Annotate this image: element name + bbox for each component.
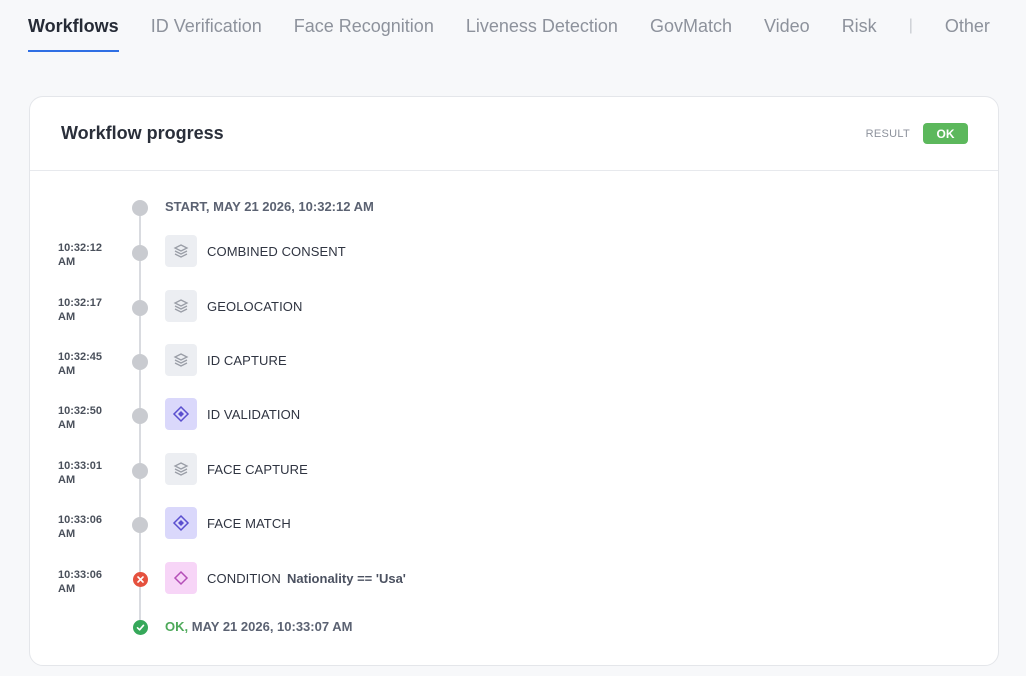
step-time: 10:33:06 AM (58, 514, 103, 540)
step-label: FACE MATCH (207, 516, 291, 531)
layers-icon (165, 453, 197, 485)
result-label: RESULT (865, 128, 910, 140)
step-label: ID VALIDATION (207, 407, 301, 422)
step-time: 10:33:06 AM (58, 569, 103, 595)
timeline-end-text: OK, MAY 21 2026, 10:33:07 AM (165, 619, 352, 634)
tab-workflows[interactable]: Workflows (28, 0, 119, 52)
tab-liveness-detection[interactable]: Liveness Detection (466, 0, 618, 52)
step-time: 10:32:50 AM (58, 405, 103, 431)
step-label: COMBINED CONSENT (207, 244, 346, 259)
diamond-icon (165, 562, 197, 594)
check-icon (133, 620, 148, 635)
diamond-arrows-icon (165, 398, 197, 430)
step-label: GEOLOCATION (207, 299, 303, 314)
layers-icon (165, 235, 197, 267)
timeline-dot (132, 354, 148, 370)
step-time: 10:33:01 AM (58, 460, 103, 486)
card-title: Workflow progress (61, 123, 224, 143)
timeline-dot (132, 245, 148, 261)
timeline-end-row: OK, MAY 21 2026, 10:33:07 AM (30, 617, 998, 657)
layers-icon (165, 290, 197, 322)
step-label: CONDITION (207, 571, 281, 586)
tab-bar: Workflows ID Verification Face Recogniti… (28, 0, 1022, 54)
tab-risk[interactable]: Risk (842, 0, 877, 52)
timeline-step-row: 10:32:12 AM COMBINED CONSENT (30, 235, 998, 283)
step-time: 10:32:12 AM (58, 242, 103, 268)
timeline-dot (132, 300, 148, 316)
layers-icon (165, 344, 197, 376)
timeline-start-row: START, MAY 21 2026, 10:32:12 AM (30, 196, 998, 236)
end-time: MAY 21 2026, 10:33:07 AM (191, 619, 353, 634)
timeline-step-row: 10:32:50 AM ID VALIDATION (30, 398, 998, 446)
timeline-step-row: 10:32:17 AM GEOLOCATION (30, 290, 998, 338)
timeline-dot (132, 200, 148, 216)
timeline-dot (132, 517, 148, 533)
step-label: ID CAPTURE (207, 353, 287, 368)
step-time: 10:32:17 AM (58, 297, 103, 323)
timeline-start-text: START, MAY 21 2026, 10:32:12 AM (165, 199, 374, 214)
timeline-step-row: 10:32:45 AM ID CAPTURE (30, 344, 998, 392)
workflow-progress-card: Workflow progress RESULT OK START, MAY 2… (29, 96, 999, 666)
timeline: START, MAY 21 2026, 10:32:12 AM 10:32:12… (30, 171, 998, 667)
timeline-dot (132, 408, 148, 424)
timeline-step-row: 10:33:06 AM FACE MATCH (30, 507, 998, 555)
end-status: OK, (165, 619, 189, 634)
diamond-arrows-icon (165, 507, 197, 539)
tab-divider: | (908, 17, 913, 34)
tab-video[interactable]: Video (764, 0, 810, 52)
timeline-condition-row: 10:33:06 AM CONDITION Nationality == 'Usa… (30, 562, 998, 610)
result-badge: OK (923, 123, 968, 144)
tab-face-recognition[interactable]: Face Recognition (294, 0, 434, 52)
timeline-dot (132, 463, 148, 479)
timeline-step-row: 10:33:01 AM FACE CAPTURE (30, 453, 998, 501)
error-icon (133, 572, 148, 587)
step-time: 10:32:45 AM (58, 351, 103, 377)
step-label: FACE CAPTURE (207, 462, 308, 477)
condition-detail: Nationality == 'Usa' (287, 571, 406, 586)
tab-other[interactable]: Other (945, 0, 990, 52)
card-header: Workflow progress RESULT OK (30, 97, 998, 171)
tab-govmatch[interactable]: GovMatch (650, 0, 732, 52)
tab-id-verification[interactable]: ID Verification (151, 0, 262, 52)
